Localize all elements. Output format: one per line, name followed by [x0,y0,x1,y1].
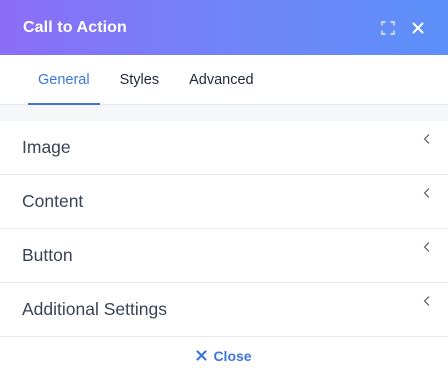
tab-styles-label: Styles [119,71,160,88]
section-content[interactable]: Content [0,175,448,229]
tab-styles[interactable]: Styles [110,55,170,104]
call-to-action-panel: Call to Action General Styles Advanced I… [0,0,448,375]
section-spacer [0,105,448,121]
section-image[interactable]: Image [0,121,448,175]
chevron-left-icon [423,242,430,252]
panel-title: Call to Action [23,18,127,36]
section-additional-settings[interactable]: Additional Settings [0,283,448,337]
tab-bar: General Styles Advanced [0,55,448,105]
expand-icon[interactable] [380,20,396,36]
section-content-label: Content [22,191,84,211]
tab-general-label: General [38,71,90,88]
close-x-icon [196,350,208,361]
close-button-label: Close [213,347,252,364]
close-icon[interactable] [410,20,426,36]
section-button[interactable]: Button [0,229,448,283]
tab-advanced-label: Advanced [189,71,254,88]
tab-advanced[interactable]: Advanced [179,55,264,104]
tab-general[interactable]: General [28,55,100,105]
section-additional-settings-label: Additional Settings [22,299,167,319]
chevron-left-icon [423,296,430,306]
header-actions [380,20,426,36]
chevron-left-icon [423,188,430,198]
section-button-label: Button [22,245,73,265]
panel-header: Call to Action [0,0,448,55]
close-button[interactable]: Close [0,336,448,375]
section-image-label: Image [22,137,71,157]
chevron-left-icon [423,134,430,144]
